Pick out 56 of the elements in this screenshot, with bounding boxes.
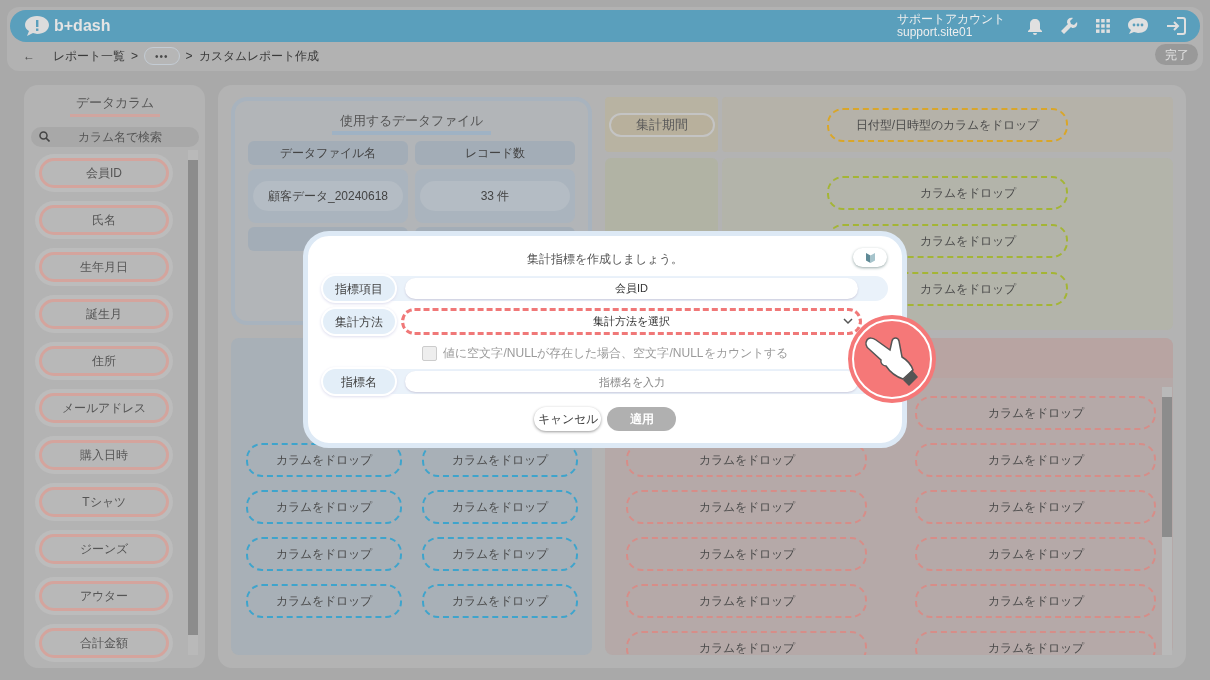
account-label: サポートアカウント — [897, 13, 1005, 26]
wrench-icon[interactable] — [1060, 16, 1079, 36]
drop-zone[interactable]: カラムをドロップ — [246, 490, 402, 524]
help-button[interactable] — [853, 248, 887, 267]
logout-icon[interactable] — [1166, 17, 1186, 35]
beginner-mark-icon — [865, 252, 875, 263]
dialog-button[interactable]: キャンセル — [534, 407, 601, 431]
speech-bubble-icon — [24, 15, 50, 37]
dialog-title: 集計指標を作成しましょう。 — [527, 251, 683, 268]
scrollbar[interactable] — [1162, 387, 1172, 655]
breadcrumb-separator: > — [131, 48, 138, 65]
drop-zone[interactable]: 日付型/日時型のカラムをドロップ — [827, 107, 1068, 142]
search-icon — [38, 131, 50, 142]
checkbox-label: 値に空文字/NULLが存在した場合、空文字/NULLをカウントする — [443, 345, 788, 362]
drop-zone[interactable]: カラムをドロップ — [421, 584, 578, 618]
drop-zone[interactable]: カラムをドロップ — [626, 584, 867, 618]
field-label: 指標項目 — [323, 276, 395, 301]
scrollbar[interactable] — [188, 150, 198, 655]
drop-zone[interactable]: カラムをドロップ — [915, 490, 1156, 524]
notification-bell-icon[interactable] — [1027, 17, 1043, 35]
drop-zone[interactable]: カラムをドロップ — [626, 631, 867, 655]
drop-zone[interactable]: カラムをドロップ — [421, 490, 578, 524]
period-label: 集計期間 — [608, 112, 715, 137]
table-cell: 顧客データ_20240618 — [253, 180, 403, 211]
search-field[interactable]: カラム名で検索 — [30, 126, 199, 147]
select-field[interactable]: 集計方法を選択 — [401, 308, 862, 335]
chevron-down-icon — [843, 318, 853, 325]
drop-zone[interactable]: カラムをドロップ — [915, 443, 1156, 477]
drop-zone[interactable]: カラムをドロップ — [915, 584, 1156, 618]
account-id: support.site01 — [897, 26, 974, 39]
drop-zone[interactable]: カラムをドロップ — [626, 537, 867, 571]
drop-zone[interactable]: カラムをドロップ — [827, 176, 1068, 210]
breadcrumb-current: カスタムレポート作成 — [198, 48, 319, 65]
value-field: 会員ID — [405, 278, 858, 299]
breadcrumb-separator: > — [185, 48, 193, 65]
card-title: 使用するデータファイル — [332, 111, 491, 135]
breadcrumb-link[interactable]: レポート一覧 — [53, 47, 125, 65]
field-label: 指標名 — [323, 369, 395, 394]
field-label: 集計方法 — [323, 309, 395, 334]
more-button[interactable]: ••• — [144, 47, 180, 65]
back-link[interactable]: ← — [23, 47, 35, 65]
logo-text: b+dash — [54, 16, 111, 36]
drop-zone[interactable]: カラムをドロップ — [246, 537, 402, 571]
drop-zone[interactable]: カラムをドロップ — [915, 631, 1156, 655]
column-header: レコード数 — [415, 140, 575, 165]
drop-zone[interactable]: カラムをドロップ — [246, 584, 402, 618]
app-grid-icon[interactable] — [1096, 19, 1110, 33]
table-cell: 33 件 — [420, 180, 570, 211]
drop-zone[interactable]: カラムをドロップ — [915, 537, 1156, 571]
column-header: データファイル名 — [248, 140, 408, 165]
chat-bubble-icon[interactable] — [1127, 17, 1149, 35]
drop-zone[interactable]: カラムをドロップ — [626, 490, 867, 524]
drop-zone[interactable]: カラムをドロップ — [915, 396, 1156, 430]
drop-zone[interactable]: カラムをドロップ — [421, 537, 578, 571]
panel-title: データカラム — [69, 93, 160, 117]
name-input-field[interactable]: 指標名を入力 — [405, 371, 858, 392]
